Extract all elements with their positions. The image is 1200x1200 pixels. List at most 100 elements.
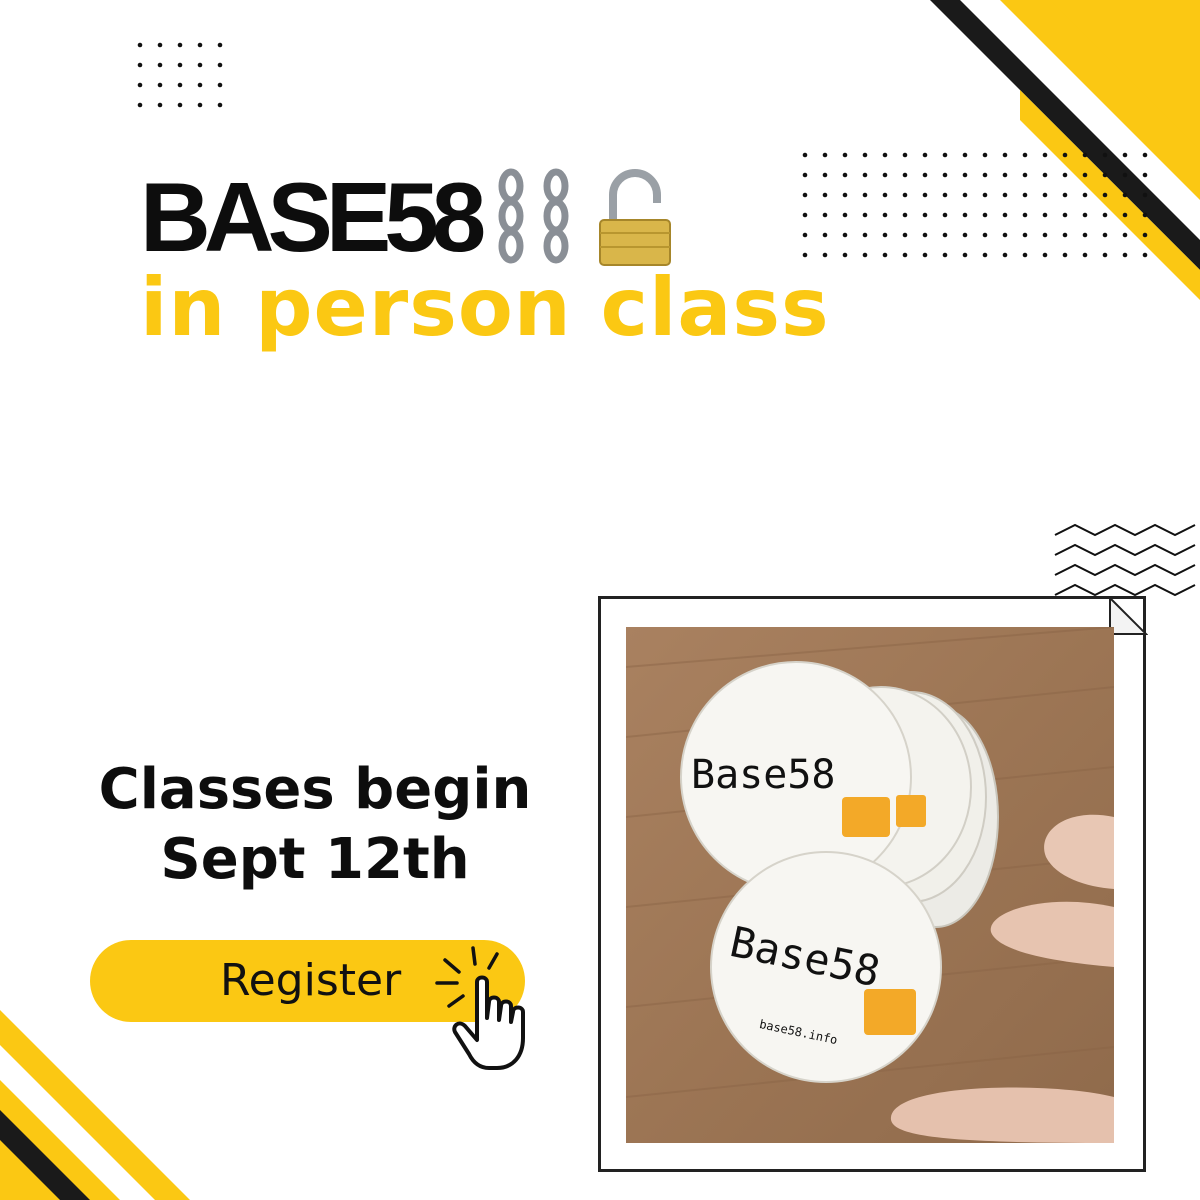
decor-dot [842,232,848,238]
decor-dot [1062,212,1068,218]
decor-dot [982,232,988,238]
decor-dot [1082,172,1088,178]
pointing-hand-click-icon[interactable] [425,940,575,1075]
decor-dot [137,42,143,48]
decor-dot [862,152,868,158]
photo-image [626,627,1114,1143]
decor-dot [1122,252,1128,258]
decor-dot [862,252,868,258]
decor-dot [1042,232,1048,238]
decor-dot [1022,192,1028,198]
decor-dot [802,252,808,258]
decor-dot [922,252,928,258]
decor-dot [1122,152,1128,158]
decor-dot [962,252,968,258]
decor-dot [922,172,928,178]
decor-dot [197,42,203,48]
decor-dot [802,172,808,178]
decor-dot [902,232,908,238]
decor-dot [802,212,808,218]
decor-dot [1122,192,1128,198]
decor-dot [217,42,223,48]
decor-dot [1102,252,1108,258]
decor-dot [1002,212,1008,218]
decor-dot [842,152,848,158]
title-text: BASE58 [140,162,486,272]
decor-dot [197,102,203,108]
decor-dot [882,252,888,258]
decor-dot [822,212,828,218]
decor-dot [962,232,968,238]
classes-begin-text: Classes begin [98,757,532,822]
decor-dot [962,192,968,198]
decor-dot [862,172,868,178]
decor-dot [942,192,948,198]
decor-dot [842,172,848,178]
decor-dot [982,152,988,158]
decor-dot [1122,172,1128,178]
decor-dot [982,172,988,178]
decor-dot [822,172,828,178]
decor-dot [842,192,848,198]
decor-dot [1002,152,1008,158]
decor-dot [942,152,948,158]
decor-dot [1022,232,1028,238]
decor-dot [157,102,163,108]
dot-grid-top-right [802,152,1148,258]
decor-dot [1022,152,1028,158]
decor-dot [842,212,848,218]
decor-dot [822,252,828,258]
page-title: BASE58 [140,168,486,266]
decor-dot [942,212,948,218]
decor-dot [1062,232,1068,238]
decor-dot [1122,212,1128,218]
decor-dot [822,232,828,238]
decor-dot [922,232,928,238]
decor-dot [177,42,183,48]
decor-dot [177,102,183,108]
decor-dot [1042,212,1048,218]
frame-corner-fold [1109,596,1148,635]
decor-dot [157,82,163,88]
decor-dot [137,102,143,108]
page-subtitle: in person class [140,261,830,354]
decor-dot [1082,152,1088,158]
decor-dot [1142,192,1148,198]
decor-dot [177,82,183,88]
decor-dot [1142,252,1148,258]
sticker-photo: Base58 Base58 base58.info [626,627,1114,1143]
class-date-info: Classes begin Sept 12th [40,755,590,895]
decor-dot [1002,192,1008,198]
decor-dot [1102,212,1108,218]
chains-icon [498,168,569,264]
decor-dot [902,152,908,158]
decor-dot [942,252,948,258]
decor-dot [1082,192,1088,198]
decor-dot [982,192,988,198]
decor-dot [962,212,968,218]
decor-dot [1082,232,1088,238]
decor-dot [1062,172,1068,178]
decor-dot [197,62,203,68]
decor-dot [1062,152,1068,158]
decor-dot [1122,232,1128,238]
decor-dot [882,152,888,158]
decor-dot [1042,252,1048,258]
decor-dot [1102,232,1108,238]
decor-dot [962,152,968,158]
decor-dot [922,152,928,158]
decor-dot [882,172,888,178]
decor-dot [942,172,948,178]
decor-dot [882,212,888,218]
register-label[interactable]: Register [220,955,401,1007]
decor-dot [1102,172,1108,178]
decor-dot [1022,252,1028,258]
decor-dot [157,62,163,68]
decor-dot [822,152,828,158]
decor-dot [137,82,143,88]
decor-dot [1102,192,1108,198]
decor-dot [1062,192,1068,198]
decor-dot [862,212,868,218]
decor-dot [1062,252,1068,258]
decor-dot [942,232,948,238]
